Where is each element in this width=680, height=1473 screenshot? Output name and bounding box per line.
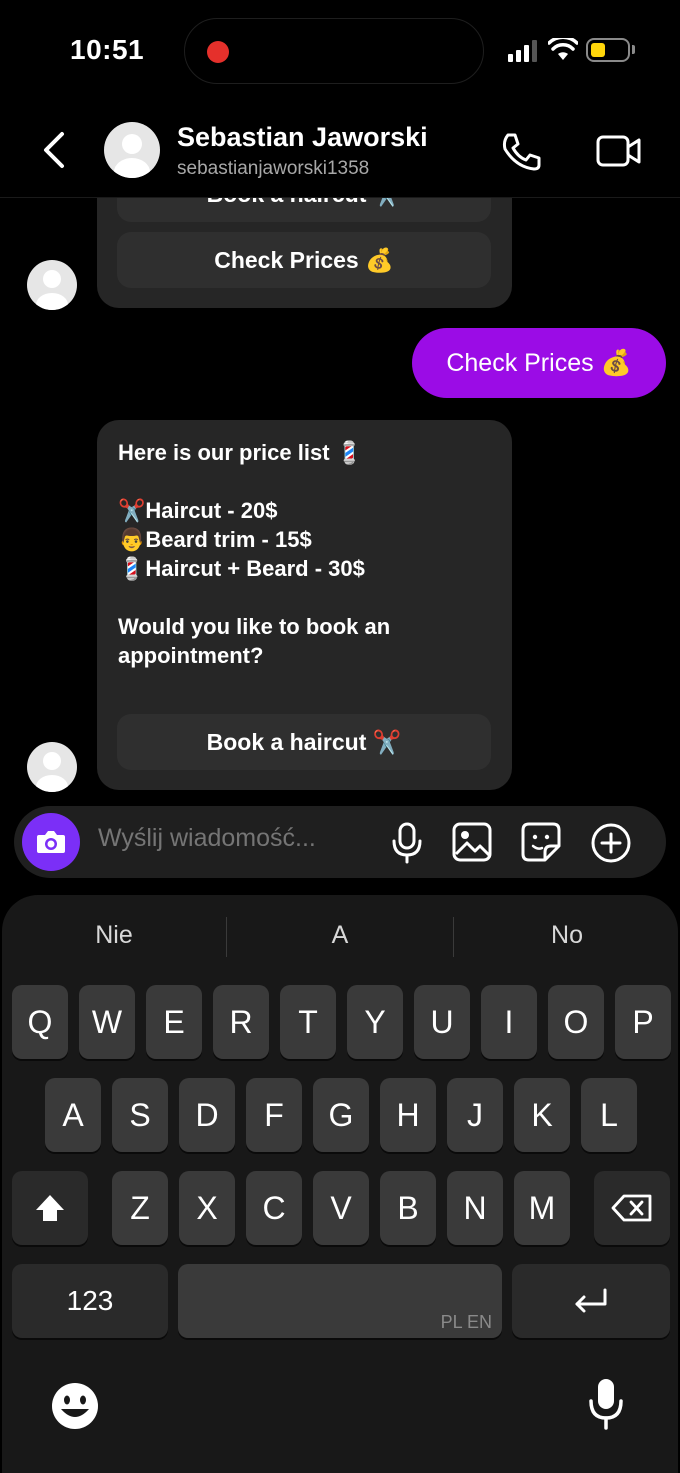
key-y[interactable]: Y <box>347 985 403 1059</box>
return-key[interactable] <box>512 1264 670 1338</box>
camera-icon <box>37 831 65 853</box>
key-v[interactable]: V <box>313 1171 369 1245</box>
sender-avatar <box>27 260 77 310</box>
key-p[interactable]: P <box>615 985 671 1059</box>
status-time: 10:51 <box>70 34 145 65</box>
space-key[interactable]: PL EN <box>178 1264 502 1338</box>
cellular-signal-icon <box>508 40 537 62</box>
check-prices-quick-reply[interactable]: Check Prices 💰 <box>117 232 491 288</box>
shift-icon <box>36 1195 64 1221</box>
price-list-message-bubble: Here is our price list 💈 ✂️Haircut - 20$… <box>97 420 512 790</box>
recording-indicator <box>207 41 229 63</box>
suggestion-2[interactable]: A <box>240 921 440 950</box>
key-a[interactable]: A <box>45 1078 101 1152</box>
wifi-icon <box>548 38 578 60</box>
key-f[interactable]: F <box>246 1078 302 1152</box>
key-l[interactable]: L <box>581 1078 637 1152</box>
dynamic-island <box>184 18 484 84</box>
video-icon[interactable] <box>596 134 642 168</box>
key-n[interactable]: N <box>447 1171 503 1245</box>
book-haircut-quick-reply[interactable]: Book a haircut ✂️ <box>117 714 491 770</box>
contact-handle: sebastianjaworski1358 <box>177 158 370 179</box>
key-w[interactable]: W <box>79 985 135 1059</box>
key-s[interactable]: S <box>112 1078 168 1152</box>
key-k[interactable]: K <box>514 1078 570 1152</box>
dictation-icon[interactable] <box>586 1377 626 1431</box>
message-input[interactable] <box>98 824 358 853</box>
message-composer <box>14 806 666 878</box>
key-g[interactable]: G <box>313 1078 369 1152</box>
key-z[interactable]: Z <box>112 1171 168 1245</box>
status-bar: 10:51 <box>0 0 680 100</box>
suggestion-3[interactable]: No <box>467 921 667 950</box>
key-h[interactable]: H <box>380 1078 436 1152</box>
key-t[interactable]: T <box>280 985 336 1059</box>
gallery-icon[interactable] <box>452 822 492 862</box>
message-list[interactable]: Book a haircut ✂️ Check Prices 💰 Check P… <box>0 198 680 802</box>
key-m[interactable]: M <box>514 1171 570 1245</box>
emoji-icon[interactable] <box>50 1381 100 1431</box>
contact-name[interactable]: Sebastian Jaworski <box>177 122 428 153</box>
key-e[interactable]: E <box>146 985 202 1059</box>
shift-key[interactable] <box>12 1171 88 1245</box>
return-icon <box>575 1288 607 1313</box>
contact-avatar[interactable] <box>104 122 160 178</box>
mic-icon[interactable] <box>389 822 425 864</box>
suggestion-1[interactable]: Nie <box>14 921 214 950</box>
language-indicator: PL EN <box>440 1312 492 1332</box>
key-j[interactable]: J <box>447 1078 503 1152</box>
keyboard: Nie A No Q W E R T Y U I O P A S D F G H… <box>2 895 678 1473</box>
key-r[interactable]: R <box>213 985 269 1059</box>
key-q[interactable]: Q <box>12 985 68 1059</box>
back-chevron-icon[interactable] <box>38 130 74 170</box>
key-u[interactable]: U <box>414 985 470 1059</box>
key-d[interactable]: D <box>179 1078 235 1152</box>
key-c[interactable]: C <box>246 1171 302 1245</box>
camera-button[interactable] <box>22 813 80 871</box>
backspace-icon <box>611 1194 652 1222</box>
numbers-key[interactable]: 123 <box>12 1264 168 1338</box>
sender-avatar <box>27 742 77 792</box>
book-haircut-quick-reply[interactable]: Book a haircut ✂️ <box>117 198 491 222</box>
outgoing-message-bubble: Check Prices 💰 <box>412 328 666 398</box>
sticker-icon[interactable] <box>521 822 561 862</box>
plus-icon[interactable] <box>590 822 632 864</box>
key-i[interactable]: I <box>481 985 537 1059</box>
incoming-message-bubble: Book a haircut ✂️ Check Prices 💰 <box>97 198 512 308</box>
key-x[interactable]: X <box>179 1171 235 1245</box>
phone-icon[interactable] <box>500 132 542 172</box>
price-list-text: Here is our price list 💈 ✂️Haircut - 20$… <box>118 440 391 668</box>
battery-icon <box>586 38 630 62</box>
backspace-key[interactable] <box>594 1171 670 1245</box>
chat-header: Sebastian Jaworski sebastianjaworski1358 <box>0 100 680 198</box>
key-b[interactable]: B <box>380 1171 436 1245</box>
key-o[interactable]: O <box>548 985 604 1059</box>
